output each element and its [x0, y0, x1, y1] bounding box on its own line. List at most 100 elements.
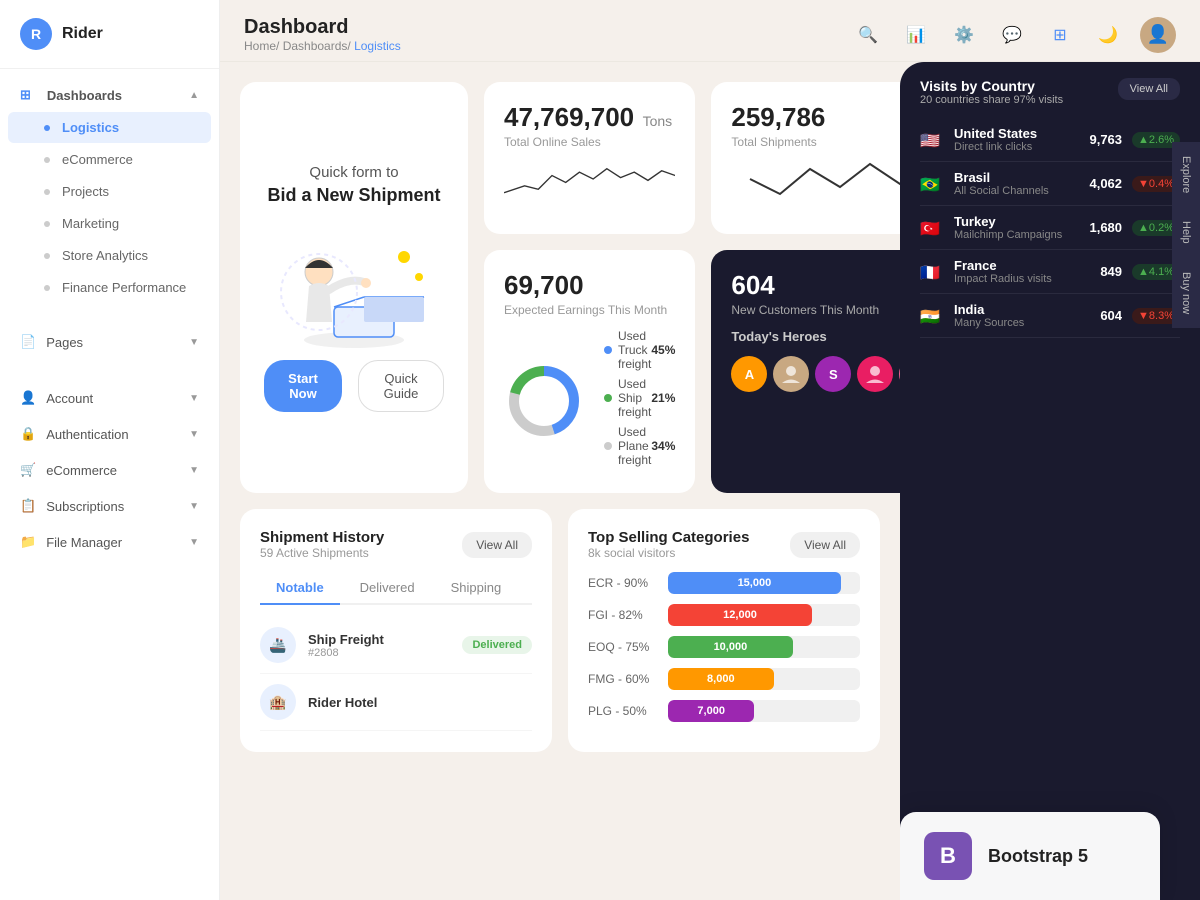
item-dot	[44, 221, 50, 227]
quick-form-card: Quick form to Bid a New Shipment	[240, 82, 468, 493]
sidebar-item-filemanager[interactable]: 📁 File Manager ▼	[0, 524, 219, 560]
sidebar-item-ecommerce[interactable]: eCommerce	[8, 144, 211, 175]
flag-us: 🇺🇸	[920, 131, 944, 149]
sidebar-item-ecommerce-top[interactable]: 🛒 eCommerce ▼	[0, 452, 219, 488]
item-dot	[44, 253, 50, 259]
sidebar-item-pages[interactable]: 📄 Pages ▼	[0, 324, 219, 360]
auth-icon: 🔒	[20, 426, 36, 442]
sidebar-item-subscriptions[interactable]: 📋 Subscriptions ▼	[0, 488, 219, 524]
account-chevron: ▼	[189, 393, 199, 404]
sidebar-item-authentication[interactable]: 🔒 Authentication ▼	[0, 416, 219, 452]
visits-section: Visits by Country 20 countries share 97%…	[900, 62, 1200, 354]
item-dot	[44, 285, 50, 291]
quick-form-subtitle: Bid a New Shipment	[267, 185, 440, 206]
shipment-item-2: 🏨 Rider Hotel	[260, 674, 532, 731]
search-icon[interactable]: 🔍	[852, 19, 884, 51]
illustration-svg	[264, 222, 444, 352]
country-turkey: 🇹🇷 Turkey Mailchimp Campaigns 1,680 ▲0.2…	[920, 206, 1180, 250]
content-area: Quick form to Bid a New Shipment	[220, 62, 1200, 900]
visits-header: Visits by Country 20 countries share 97%…	[920, 78, 1180, 106]
header-left: Dashboard Home/ Dashboards/ Logistics	[244, 16, 401, 53]
hero-avatar-1: A	[731, 356, 767, 392]
help-button[interactable]: Help	[1172, 207, 1200, 258]
heroes-avatars: A S P +2	[731, 356, 900, 392]
flag-india: 🇮🇳	[920, 307, 944, 325]
shipment-history-card: Shipment History 59 Active Shipments Vie…	[240, 509, 552, 752]
country-brasil: 🇧🇷 Brasil All Social Channels 4,062 ▼0.4…	[920, 162, 1180, 206]
shipment-badge-1: Delivered	[462, 636, 532, 654]
ship-icon: 🚢	[260, 627, 296, 663]
earnings-label: Expected Earnings This Month	[504, 303, 675, 317]
sidebar-item-projects[interactable]: Projects	[8, 176, 211, 207]
explore-button[interactable]: Explore	[1172, 142, 1200, 207]
grid-icon[interactable]: ⊞	[1044, 19, 1076, 51]
bar-item-plg: PLG - 50% 7,000	[588, 700, 860, 722]
sidebar-item-account[interactable]: 👤 Account ▼	[0, 380, 219, 416]
center-panel: Quick form to Bid a New Shipment	[220, 62, 900, 900]
flag-france: 🇫🇷	[920, 263, 944, 281]
item-dot	[44, 189, 50, 195]
shipment-view-all[interactable]: View All	[462, 532, 532, 558]
pages-chevron: ▼	[189, 337, 199, 348]
filemanager-icon: 📁	[20, 534, 36, 550]
dashboards-group[interactable]: ⊞ Dashboards ▲	[0, 79, 219, 111]
chat-icon[interactable]: 💬	[996, 19, 1028, 51]
top-row: Quick form to Bid a New Shipment	[240, 82, 880, 493]
subscriptions-icon: 📋	[20, 498, 36, 514]
right-panel: Explore Help Buy now Visits by Country 2…	[900, 62, 1200, 900]
main-area: Dashboard Home/ Dashboards/ Logistics 🔍 …	[220, 0, 1200, 900]
total-shipments-value: 259,786	[731, 102, 825, 132]
ecommerce-chevron: ▼	[189, 465, 199, 476]
header-right: 🔍 📊 ⚙️ 💬 ⊞ 🌙 👤	[852, 17, 1176, 53]
country-us: 🇺🇸 United States Direct link clicks 9,76…	[920, 118, 1180, 162]
logo-icon: R	[20, 18, 52, 50]
buy-now-button[interactable]: Buy now	[1172, 258, 1200, 328]
hero-avatar-2	[773, 356, 809, 392]
sidebar-item-store-analytics[interactable]: Store Analytics	[8, 240, 211, 271]
sales-chart	[504, 149, 675, 209]
visits-view-all[interactable]: View All	[1118, 78, 1180, 100]
sidebar-item-finance[interactable]: Finance Performance	[8, 272, 211, 303]
theme-toggle[interactable]: 🌙	[1092, 19, 1124, 51]
earnings-value: 69,700	[504, 270, 584, 300]
visits-subtitle: 20 countries share 97% visits	[920, 94, 1063, 106]
bar-item-fgi: FGI - 82% 12,000	[588, 604, 860, 626]
settings-icon[interactable]: ⚙️	[948, 19, 980, 51]
shipment-id-1: #2808	[308, 647, 450, 659]
breadcrumb: Home/ Dashboards/ Logistics	[244, 39, 401, 53]
tab-notable[interactable]: Notable	[260, 572, 340, 605]
country-india: 🇮🇳 India Many Sources 604 ▼8.3%	[920, 294, 1180, 338]
top-selling-header: Top Selling Categories 8k social visitor…	[588, 529, 860, 560]
sidebar-item-logistics[interactable]: Logistics	[8, 112, 211, 143]
float-buttons: Explore Help Buy now	[1172, 142, 1200, 328]
top-selling-title: Top Selling Categories	[588, 529, 749, 546]
tab-delivered[interactable]: Delivered	[344, 572, 431, 605]
bar-item-fmg: FMG - 60% 8,000	[588, 668, 860, 690]
dashboards-chevron: ▲	[189, 90, 199, 101]
pages-icon: 📄	[20, 334, 36, 350]
sidebar-item-marketing[interactable]: Marketing	[8, 208, 211, 239]
bootstrap-icon: B	[924, 832, 972, 880]
user-avatar[interactable]: 👤	[1140, 17, 1176, 53]
country-france: 🇫🇷 France Impact Radius visits 849 ▲4.1%	[920, 250, 1180, 294]
pages-section: 📄 Pages ▼	[0, 314, 219, 370]
start-now-button[interactable]: Start Now	[264, 360, 342, 412]
sidebar: R Rider ⊞ Dashboards ▲ Logistics eCommer…	[0, 0, 220, 900]
header: Dashboard Home/ Dashboards/ Logistics 🔍 …	[220, 0, 1200, 62]
donut-legend: Used Truck freight 45% Used Ship freight…	[604, 329, 675, 473]
flag-brasil: 🇧🇷	[920, 175, 944, 193]
item-dot	[44, 157, 50, 163]
total-sales-unit: Tons	[643, 113, 673, 129]
top-selling-card: Top Selling Categories 8k social visitor…	[568, 509, 880, 752]
sidebar-logo[interactable]: R Rider	[0, 0, 219, 69]
tab-shipping[interactable]: Shipping	[435, 572, 518, 605]
legend-plane: Used Plane freight 34%	[604, 425, 675, 467]
ecommerce-icon: 🛒	[20, 462, 36, 478]
donut-container: Used Truck freight 45% Used Ship freight…	[504, 329, 675, 473]
chart-icon[interactable]: 📊	[900, 19, 932, 51]
quick-guide-button[interactable]: Quick Guide	[358, 360, 444, 412]
top-selling-view-all[interactable]: View All	[790, 532, 860, 558]
visits-title: Visits by Country	[920, 78, 1063, 94]
heroes-section: Today's Heroes A S P	[731, 317, 900, 392]
total-shipments-card: 259,786 Total Shipments	[711, 82, 900, 234]
